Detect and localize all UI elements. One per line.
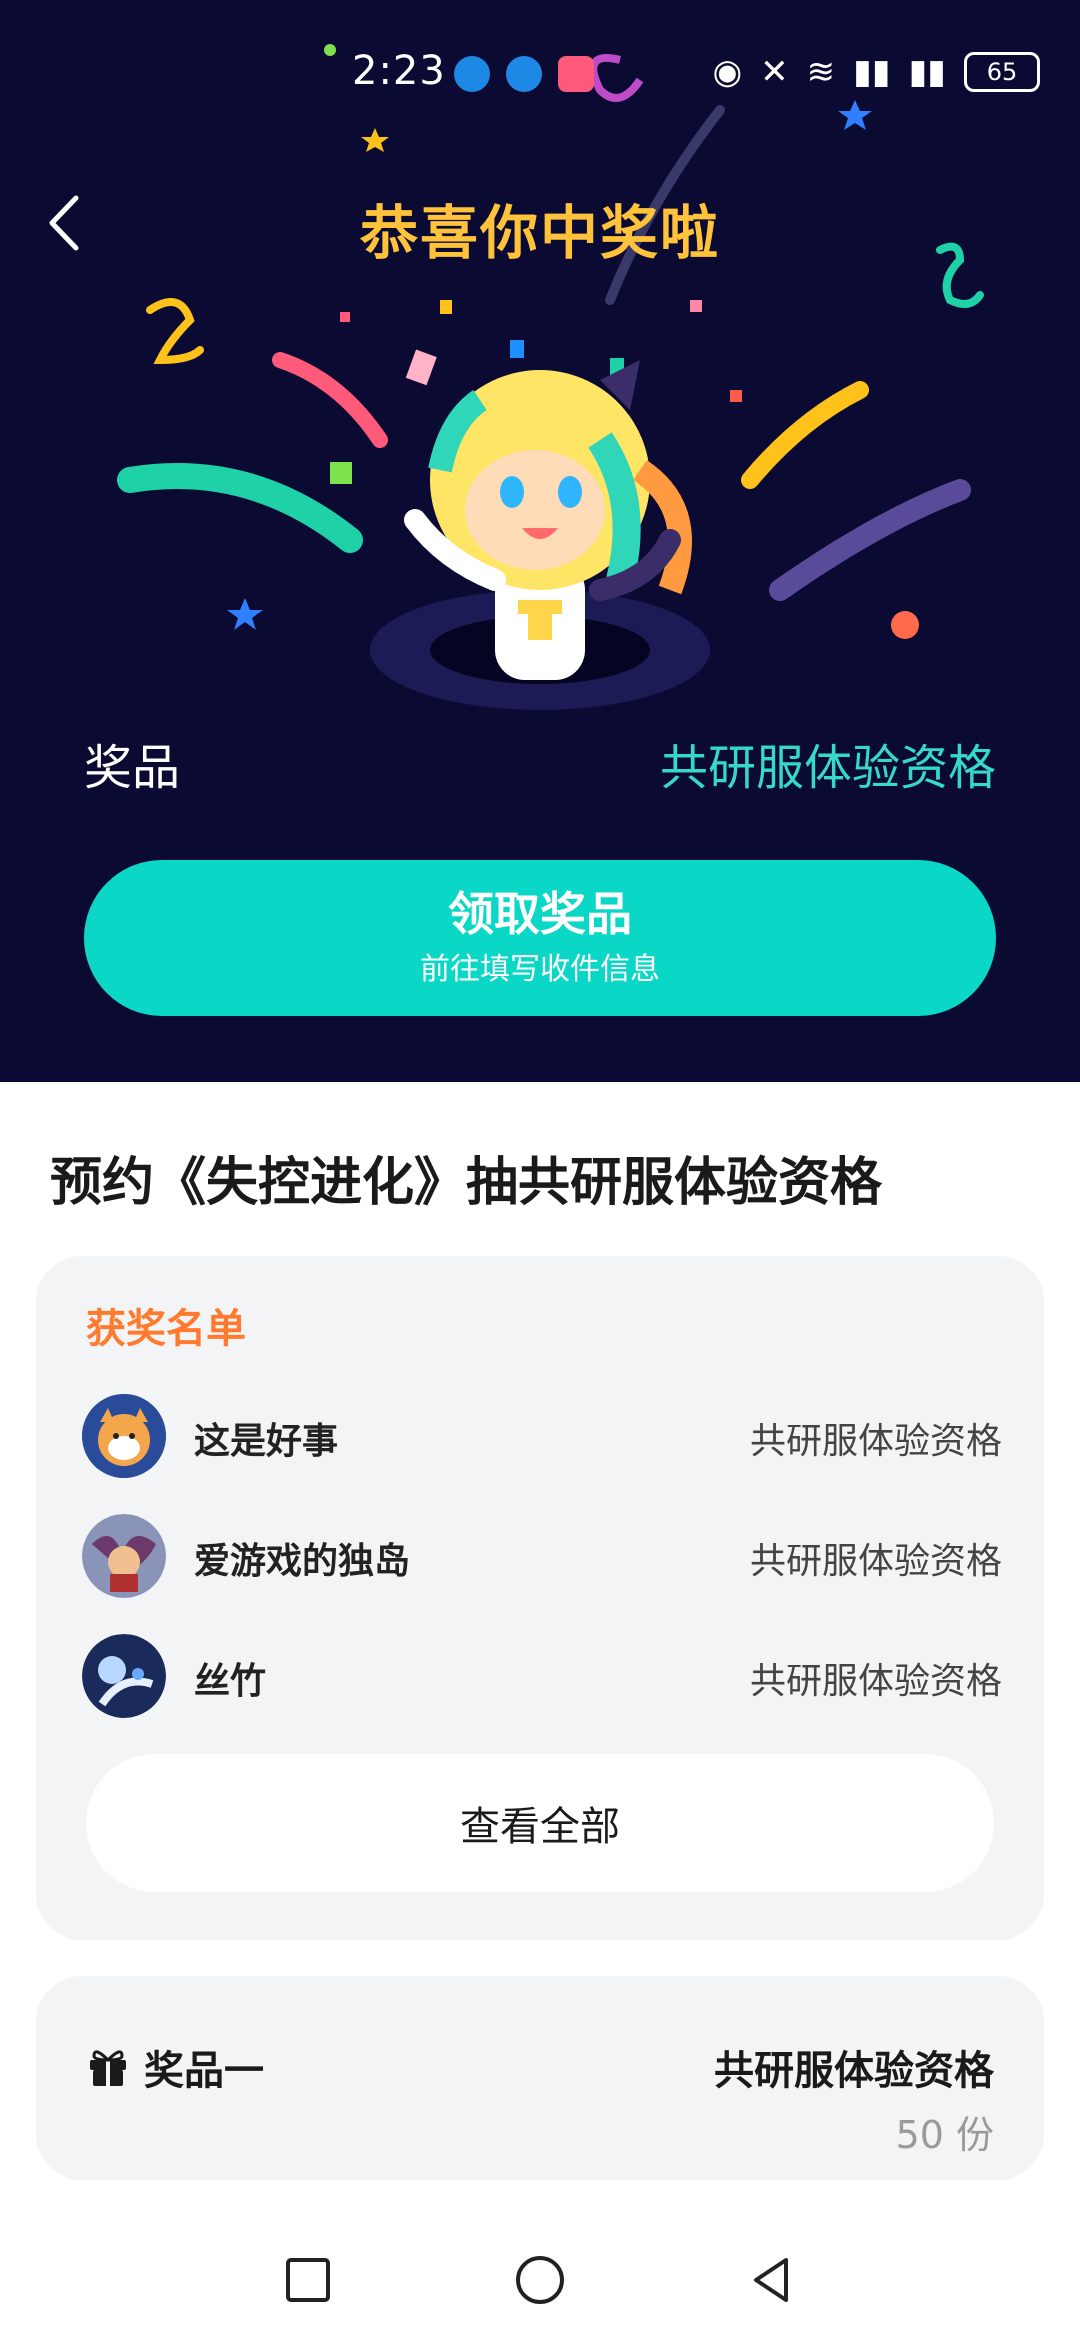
claim-button-subtitle: 前往填写收件信息	[420, 952, 660, 987]
hero-section: 2:23 ◉ ✕ ≋ ▮▮ ▮▮ 65 恭喜你中奖啦 奖品 共研服体验资格 领取…	[0, 0, 1080, 1082]
mute-icon: ✕	[760, 52, 789, 92]
winner-prize: 共研服体验资格	[749, 1541, 1002, 1582]
claim-prize-button[interactable]: 领取奖品 前往填写收件信息	[84, 860, 996, 1016]
prize-quantity: 50 份	[895, 2113, 994, 2157]
notification-app-icon	[558, 56, 594, 92]
claim-button-title: 领取奖品	[448, 887, 632, 941]
winner-prize: 共研服体验资格	[749, 1661, 1002, 1702]
battery-indicator: 65	[964, 52, 1040, 92]
prize-card: 奖品一 共研服体验资格 50 份	[36, 1976, 1044, 2180]
prize-label: 奖品	[84, 740, 181, 796]
view-all-button[interactable]: 查看全部	[86, 1754, 994, 1892]
notification-app-icon	[454, 56, 490, 92]
prize-card-label: 奖品一	[144, 2048, 264, 2094]
winner-prize: 共研服体验资格	[749, 1421, 1002, 1462]
status-indicators: ◉ ✕ ≋ ▮▮ ▮▮ 65	[712, 52, 1040, 92]
nav-square-icon[interactable]	[278, 2250, 338, 2310]
prize-value: 共研服体验资格	[659, 740, 996, 796]
system-nav-bar	[0, 2220, 1080, 2340]
winner-row: 爱游戏的独岛 共研服体验资格	[82, 1510, 1002, 1600]
avatar	[82, 1394, 166, 1478]
signal-icon: ▮▮	[853, 52, 891, 92]
winner-row: 丝竹 共研服体验资格	[82, 1630, 1002, 1720]
avatar	[82, 1514, 166, 1598]
wifi-icon: ≋	[806, 52, 836, 92]
eye-icon: ◉	[712, 52, 743, 92]
winner-name: 爱游戏的独岛	[194, 1541, 411, 1582]
winner-name: 这是好事	[194, 1421, 339, 1462]
gift-icon	[90, 2050, 126, 2086]
winner-row: 这是好事 共研服体验资格	[82, 1390, 1002, 1480]
page-title: 恭喜你中奖啦	[359, 199, 720, 267]
nav-back-icon[interactable]	[742, 2250, 802, 2310]
status-time: 2:23	[352, 48, 446, 94]
winners-card: 获奖名单 这是好事 共研服体验资格 爱游戏的独岛 共研服体验资格 丝竹 共研服体…	[36, 1256, 1044, 1940]
event-title: 预约《失控进化》抽共研服体验资格	[50, 1153, 883, 1213]
notification-app-icon	[506, 56, 542, 92]
prize-card-name: 共研服体验资格	[714, 2048, 994, 2094]
signal-icon: ▮▮	[908, 52, 946, 92]
prize-result-page: 2:23 ◉ ✕ ≋ ▮▮ ▮▮ 65 恭喜你中奖啦 奖品 共研服体验资格 领取…	[0, 0, 1080, 2340]
avatar	[82, 1634, 166, 1718]
winner-name: 丝竹	[194, 1661, 267, 1702]
status-bar: 2:23 ◉ ✕ ≋ ▮▮ ▮▮ 65	[0, 40, 1080, 120]
nav-home-icon[interactable]	[510, 2250, 570, 2310]
winners-heading: 获奖名单	[86, 1306, 246, 1352]
